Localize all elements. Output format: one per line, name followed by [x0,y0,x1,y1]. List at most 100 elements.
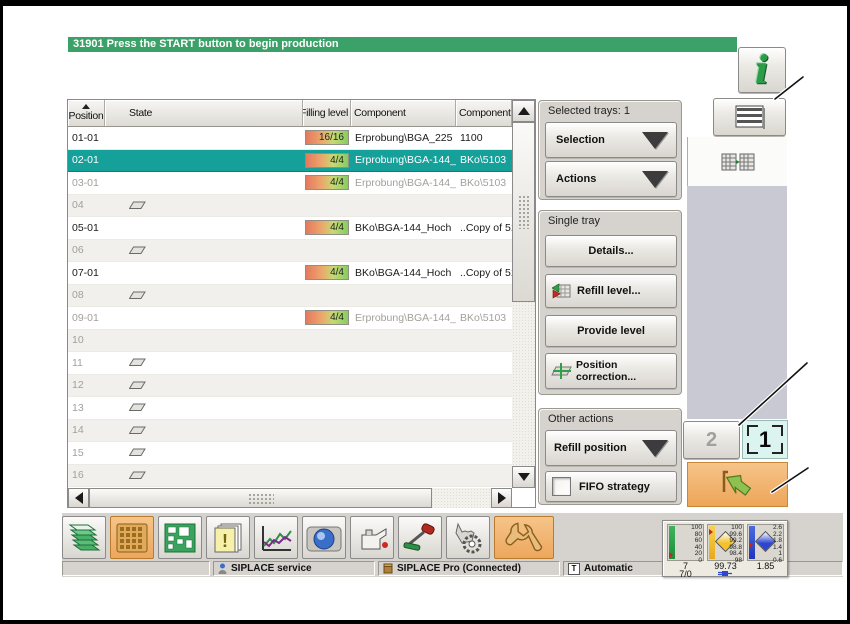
table-row[interactable]: 15 [68,442,512,465]
page-1-button[interactable]: 1 [742,420,788,459]
scroll-down-button[interactable] [512,466,535,488]
provide-level-button[interactable]: Provide level [545,315,677,347]
toolbar-repair-button[interactable] [398,516,442,559]
filling-level-chip: 4/4 [305,310,349,326]
table-cell [351,375,456,397]
tray-table-body: 01-01 16/16 Erprobung\BGA_225 1100 02-01 4/4 E… [68,127,512,487]
mode-label: Automatic [584,563,633,574]
table-row[interactable]: 05-01 4/4 BKo\BGA-144_Hoch ..Copy of 51 [68,217,512,240]
toolbar-manual-mode-button[interactable] [446,516,490,559]
table-row[interactable]: 13 [68,397,512,420]
horizontal-scrollbar-thumb[interactable] [89,488,432,508]
tab-tray-view-active[interactable] [687,137,787,186]
table-cell: 09-01 [72,311,99,324]
table-cell: Erprobung\BGA-144_3 [355,311,456,324]
arrow-up-icon [517,107,530,115]
refill-position-dropdown-button[interactable]: Refill position [545,430,677,466]
table-row[interactable]: 09-01 4/4 Erprobung\BGA-144_3 BKo\5103 [68,307,512,330]
manual-hand-gear-icon [455,522,482,553]
column-header-component2[interactable]: Component [456,100,512,127]
scroll-up-button[interactable] [512,100,535,122]
table-row[interactable]: 01-01 16/16 Erprobung\BGA_225 1100 [68,127,512,150]
table-cell: 08 [72,289,84,302]
gauge-bar [749,526,755,559]
single-tray-label: Single tray [548,215,600,227]
table-row[interactable]: 14 [68,419,512,442]
table-cell: BKo\BGA-144_Hoch [355,266,452,279]
column-header-state[interactable]: State [105,100,303,127]
table-row[interactable]: 03-01 4/4 Erprobung\BGA-144_2 BKo\5103 [68,172,512,195]
table-cell [105,375,303,397]
actions-dropdown-button[interactable]: Actions [545,161,677,197]
repair-screwdriver-icon [403,522,435,551]
toolbar-messages-button[interactable]: ! [206,516,250,559]
table-cell [303,420,351,442]
selected-trays-label: Selected trays: 1 [548,105,630,117]
toolbar-maintenance-button[interactable] [350,516,394,559]
info-button[interactable]: i [738,47,786,93]
service-user-label: SIPLACE service [231,563,312,574]
vertical-scrollbar[interactable] [512,100,535,488]
table-row[interactable]: 12 [68,374,512,397]
gauge-scale: 100 99.6 99.2 98.8 98.4 98 [729,524,742,564]
table-cell [351,465,456,487]
toolbar-statistics-button[interactable] [254,516,298,559]
table-row[interactable]: 02-01 4/4 Erprobung\BGA-144_1 BKo\5103 [68,149,512,172]
machine-gauges-panel[interactable]: 100 80 60 40 20 0 7 7/0 100 99.6 99.2 98.8 98.4 98 99.… [662,520,788,579]
page-2-button[interactable]: 2 [683,421,740,459]
column-header-filling-level[interactable]: Filling level [303,100,351,127]
position-correction-button[interactable]: Position correction... [545,353,677,389]
toolbar-service-button[interactable] [494,516,554,559]
table-row[interactable]: 10 [68,329,512,352]
table-row[interactable]: 04 [68,194,512,217]
table-cell: ..Copy of 51 [460,266,512,279]
selection-dropdown-button[interactable]: Selection [545,122,677,158]
refill-level-button[interactable]: Refill level... [545,274,677,308]
fifo-checkbox[interactable] [552,477,571,496]
table-cell [351,195,456,217]
scroll-left-button[interactable] [68,488,89,508]
table-cell: 10 [72,334,84,347]
column-header-position[interactable]: Position [68,100,105,127]
table-cell [105,150,303,172]
table-cell [105,195,303,217]
scroll-right-button[interactable] [491,488,512,508]
table-row[interactable]: 16 [68,464,512,487]
tray-matrix-icon [116,523,148,552]
details-button[interactable]: Details... [545,235,677,267]
table-row[interactable]: 06 [68,239,512,262]
gauge-scale: 100 80 60 40 20 0 [691,524,702,564]
table-row[interactable]: 07-01 4/4 BKo\BGA-144_Hoch ..Copy of 51 [68,262,512,285]
table-cell [303,240,351,262]
toolbar-camera-button[interactable] [302,516,346,559]
column-header-component[interactable]: Component [351,100,456,127]
back-button[interactable] [687,462,788,507]
table-cell [351,420,456,442]
table-cell [303,330,351,352]
table-cell [105,262,303,284]
toolbar-board-layout-button[interactable] [158,516,202,559]
table-cell: 15 [72,446,84,459]
table-cell: 01-01 [72,131,99,144]
dropdown-arrow-icon [642,170,668,188]
package-icon [383,563,393,574]
table-cell [456,240,512,262]
toolbar-component-stack-button[interactable] [62,516,106,559]
table-row[interactable]: 11 [68,352,512,375]
list-view-button[interactable] [713,98,786,136]
table-row[interactable]: 08 [68,284,512,307]
toolbar-tray-matrix-button[interactable] [110,516,154,559]
vertical-scrollbar-thumb[interactable] [512,122,535,302]
dropdown-arrow-icon [642,131,668,149]
plug-icon [718,570,732,577]
horizontal-scrollbar[interactable] [68,488,512,508]
table-cell [456,375,512,397]
empty-tray-icon [129,291,146,299]
connection-label: SIPLACE Pro (Connected) [397,563,521,574]
table-header: Position State Filling level Component C… [68,100,512,127]
table-cell [303,195,351,217]
refill-level-icon [552,283,571,299]
empty-tray-icon [129,381,146,389]
fifo-strategy-button[interactable]: FIFO strategy [545,471,677,502]
table-cell [456,465,512,487]
